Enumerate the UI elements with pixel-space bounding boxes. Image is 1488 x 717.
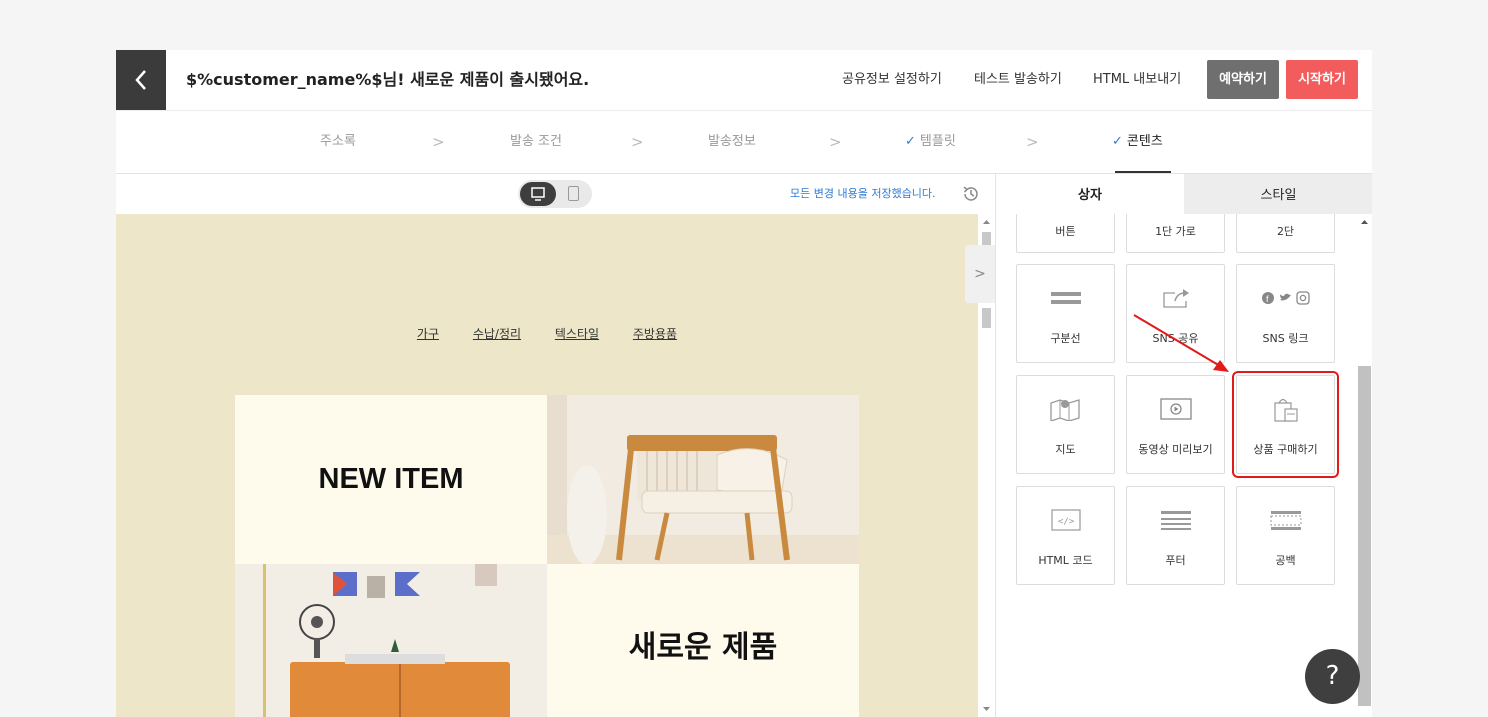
history-icon[interactable]	[961, 184, 981, 204]
tab-box[interactable]: 상자	[996, 174, 1184, 214]
map-icon	[1017, 396, 1114, 422]
chevron-right-icon: >	[974, 266, 986, 282]
email-editor-window: $%customer_name%$님! 새로운 제품이 출시됐어요. 공유정보 …	[116, 50, 1372, 717]
chevron-right-icon: >	[432, 133, 445, 151]
block-divider[interactable]: 구분선	[1016, 264, 1115, 363]
html-export-link[interactable]: HTML 내보내기	[1093, 50, 1181, 110]
block-footer[interactable]: 푸터	[1126, 486, 1225, 585]
block-label: 1단 가로	[1155, 225, 1196, 238]
step-navigation: 주소록 > 발송 조건 > 발송정보 > ✓ 템플릿 > ✓ 콘텐츠	[116, 111, 1372, 174]
new-item-tile[interactable]: NEW ITEM	[235, 395, 547, 564]
block-map[interactable]: 지도	[1016, 375, 1115, 474]
block-two-column[interactable]: 2단	[1236, 214, 1335, 253]
collapse-panel-button[interactable]: >	[965, 245, 995, 303]
chevron-right-icon: >	[631, 133, 644, 151]
blocks-panel: 상자 스타일 버튼 1단 가로 2단 구분선 SNS 공유 f SNS 링크 지…	[995, 174, 1372, 717]
block-html-code[interactable]: </> HTML 코드	[1016, 486, 1115, 585]
block-label: SNS 링크	[1262, 332, 1309, 345]
block-video-preview[interactable]: 동영상 미리보기	[1126, 375, 1225, 474]
block-button[interactable]: 버튼	[1016, 214, 1115, 253]
block-label: 구분선	[1050, 332, 1081, 345]
scroll-down-icon	[983, 707, 990, 711]
block-label: 지도	[1055, 443, 1076, 456]
new-product-tile[interactable]: 새로운 제품	[547, 564, 859, 717]
block-label: 동영상 미리보기	[1138, 443, 1213, 456]
chevron-right-icon: >	[1026, 133, 1039, 151]
block-label: HTML 코드	[1038, 554, 1093, 567]
nav-link-storage[interactable]: 수납/정리	[473, 327, 521, 341]
editor-toolbar: 모든 변경 내용을 저장했습니다.	[116, 174, 995, 214]
block-label: SNS 공유	[1152, 332, 1199, 345]
active-step-indicator	[1115, 171, 1171, 173]
device-toggle	[518, 180, 592, 208]
block-label: 버튼	[1055, 225, 1076, 238]
nav-link-textile[interactable]: 텍스타일	[555, 327, 599, 341]
nav-link-furniture[interactable]: 가구	[417, 327, 439, 341]
preview-nav: 가구 수납/정리 텍스타일 주방용품	[116, 325, 978, 342]
panel-scrollbar[interactable]	[1356, 214, 1372, 717]
check-icon: ✓	[1112, 134, 1123, 149]
block-product-purchase[interactable]: 상품 구매하기	[1232, 371, 1339, 478]
block-label: 상품 구매하기	[1253, 443, 1318, 456]
tab-style[interactable]: 스타일	[1184, 174, 1372, 214]
back-button[interactable]	[116, 50, 166, 110]
page-title: $%customer_name%$님! 새로운 제품이 출시됐어요.	[186, 70, 590, 89]
step-content[interactable]: ✓ 콘텐츠	[1112, 111, 1163, 173]
tile-heading: NEW ITEM	[318, 463, 464, 495]
email-preview-canvas[interactable]: 가구 수납/정리 텍스타일 주방용품 NEW ITEM 새로운 제품	[116, 214, 978, 717]
desktop-view-button[interactable]	[520, 182, 556, 206]
scroll-up-icon	[983, 220, 990, 224]
chair-image[interactable]	[547, 395, 859, 564]
header: $%customer_name%$님! 새로운 제품이 출시됐어요. 공유정보 …	[116, 50, 1372, 111]
block-label: 2단	[1276, 225, 1295, 238]
spacer-icon	[1237, 507, 1334, 533]
monitor-icon	[531, 187, 545, 201]
check-icon: ✓	[905, 134, 916, 149]
save-status: 모든 변경 내용을 저장했습니다.	[790, 187, 936, 200]
test-send-link[interactable]: 테스트 발송하기	[974, 50, 1062, 110]
room-image[interactable]	[235, 564, 547, 717]
block-spacer[interactable]: 공백	[1236, 486, 1335, 585]
room-illustration	[235, 564, 547, 717]
block-label: 공백	[1275, 554, 1296, 567]
block-one-column[interactable]: 1단 가로	[1126, 214, 1225, 253]
armchair-illustration	[547, 395, 859, 564]
reserve-button[interactable]: 예약하기	[1207, 60, 1279, 99]
scrollbar-thumb[interactable]	[1358, 366, 1371, 706]
chevron-left-icon	[135, 70, 146, 90]
step-address-book[interactable]: 주소록	[320, 111, 356, 173]
tile-heading: 새로운 제품	[628, 630, 778, 665]
footer-icon	[1127, 507, 1224, 533]
share-icon	[1127, 285, 1224, 311]
chevron-right-icon: >	[829, 133, 842, 151]
share-info-settings-link[interactable]: 공유정보 설정하기	[842, 50, 942, 110]
shopping-bag-icon	[1237, 396, 1334, 422]
divider-icon	[1017, 285, 1114, 311]
step-send-info[interactable]: 발송정보	[708, 111, 756, 173]
help-button[interactable]: ?	[1305, 649, 1360, 704]
block-sns-share[interactable]: SNS 공유	[1126, 264, 1225, 363]
block-sns-link[interactable]: f SNS 링크	[1236, 264, 1335, 363]
block-label: 푸터	[1165, 554, 1186, 567]
scrollbar-thumb[interactable]	[982, 232, 991, 246]
scroll-up-icon	[1361, 220, 1368, 224]
video-icon	[1127, 396, 1224, 422]
block-grid: 버튼 1단 가로 2단 구분선 SNS 공유 f SNS 링크 지도 동영상 미…	[996, 214, 1356, 717]
code-icon: </>	[1017, 507, 1114, 533]
mobile-view-button[interactable]	[568, 186, 579, 201]
nav-link-kitchen[interactable]: 주방용품	[633, 327, 677, 341]
step-template[interactable]: ✓ 템플릿	[905, 111, 956, 173]
svg-text:</>: </>	[1058, 517, 1075, 527]
step-send-condition[interactable]: 발송 조건	[510, 111, 562, 173]
start-button[interactable]: 시작하기	[1286, 60, 1358, 99]
sns-links-icon: f	[1237, 285, 1334, 311]
scrollbar-thumb[interactable]	[982, 308, 991, 328]
